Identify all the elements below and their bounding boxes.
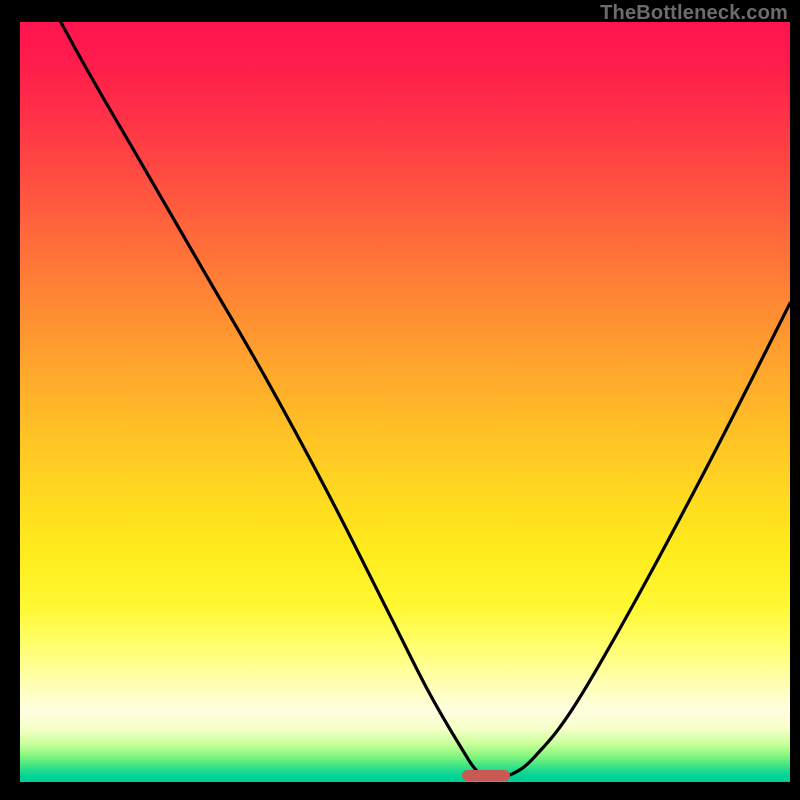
chart-frame xyxy=(10,22,790,792)
optimal-range-marker xyxy=(462,770,510,781)
bottleneck-curve xyxy=(20,22,790,782)
chart-plot-area xyxy=(20,22,790,782)
